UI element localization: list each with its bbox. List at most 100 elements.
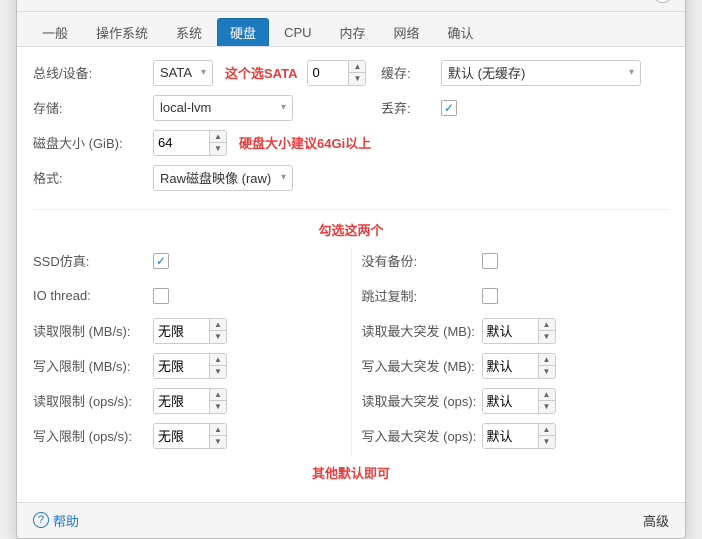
tab-system[interactable]: 系统	[163, 18, 215, 46]
write-max-mb-control: ▲ ▼	[482, 353, 670, 379]
write-ops-row: 写入限制 (ops/s): ▲ ▼	[33, 422, 341, 450]
bus-number-arrows: ▲ ▼	[348, 61, 365, 85]
read-max-ops-up[interactable]: ▲	[539, 389, 555, 401]
skiprepl-checkbox[interactable]	[482, 288, 498, 304]
write-max-ops-input[interactable]	[483, 424, 538, 448]
close-button[interactable]: ×	[653, 0, 673, 3]
write-max-ops-spin[interactable]: ▲ ▼	[482, 423, 556, 449]
tab-harddisk[interactable]: 硬盘	[217, 18, 269, 46]
write-mb-up[interactable]: ▲	[210, 354, 226, 366]
disksize-up[interactable]: ▲	[210, 131, 226, 143]
read-ops-spin[interactable]: ▲ ▼	[153, 388, 227, 414]
read-max-mb-control: ▲ ▼	[482, 318, 670, 344]
read-mb-up[interactable]: ▲	[210, 319, 226, 331]
read-ops-input[interactable]	[154, 389, 209, 413]
write-max-mb-row: 写入最大突发 (MB): ▲ ▼	[362, 352, 670, 380]
cache-arrow: ▾	[629, 67, 634, 78]
dialog-title: 创建: 虚拟机	[29, 0, 108, 3]
right-column: 没有备份: 跳过复制: 读取最大突发 (MB):	[351, 247, 670, 457]
disksize-arrows: ▲ ▼	[209, 131, 226, 155]
write-ops-label: 写入限制 (ops/s):	[33, 426, 153, 445]
read-max-mb-spin[interactable]: ▲ ▼	[482, 318, 556, 344]
ssd-checkbox[interactable]	[153, 253, 169, 269]
read-max-ops-control: ▲ ▼	[482, 388, 670, 414]
top-section: 总线/设备: SATA ▾ 这个选SATA ▲ ▼ 缓存:	[33, 59, 669, 210]
write-ops-spin[interactable]: ▲ ▼	[153, 423, 227, 449]
help-button[interactable]: ? 帮助	[33, 511, 79, 530]
dialog-footer: ? 帮助 高级	[17, 502, 685, 538]
format-arrow: ▾	[281, 172, 286, 183]
format-select[interactable]: Raw磁盘映像 (raw) ▾	[153, 165, 293, 191]
write-max-ops-row: 写入最大突发 (ops): ▲ ▼	[362, 422, 670, 450]
disksize-spin[interactable]: ▲ ▼	[153, 130, 227, 156]
bus-number-input[interactable]	[308, 61, 348, 85]
advanced-label: 高级	[643, 511, 669, 530]
write-max-mb-spin[interactable]: ▲ ▼	[482, 353, 556, 379]
storage-row: 存储: local-lvm ▾ 丢弃:	[33, 94, 669, 122]
format-label: 格式:	[33, 168, 153, 187]
write-max-ops-down[interactable]: ▼	[539, 436, 555, 448]
bus-number-up[interactable]: ▲	[349, 61, 365, 73]
tab-cpu[interactable]: CPU	[271, 20, 324, 44]
skiprepl-row: 跳过复制:	[362, 282, 670, 310]
ssd-row: SSD仿真:	[33, 247, 341, 275]
storage-select[interactable]: local-lvm ▾	[153, 95, 293, 121]
read-max-ops-down[interactable]: ▼	[539, 401, 555, 413]
nobackup-checkbox[interactable]	[482, 253, 498, 269]
nobackup-control	[482, 253, 670, 269]
write-ops-down[interactable]: ▼	[210, 436, 226, 448]
tab-memory[interactable]: 内存	[327, 18, 379, 46]
write-max-mb-up[interactable]: ▲	[539, 354, 555, 366]
read-ops-down[interactable]: ▼	[210, 401, 226, 413]
write-mb-label: 写入限制 (MB/s):	[33, 356, 153, 375]
write-mb-spin[interactable]: ▲ ▼	[153, 353, 227, 379]
tab-general[interactable]: 一般	[29, 18, 81, 46]
read-mb-row: 读取限制 (MB/s): ▲ ▼	[33, 317, 341, 345]
read-max-ops-input[interactable]	[483, 389, 538, 413]
bus-number-spin[interactable]: ▲ ▼	[307, 60, 366, 86]
read-mb-label: 读取限制 (MB/s):	[33, 321, 153, 340]
cache-select[interactable]: 默认 (无缓存) ▾	[441, 60, 641, 86]
read-mb-input[interactable]	[154, 319, 209, 343]
nobackup-label: 没有备份:	[362, 251, 482, 270]
write-mb-input[interactable]	[154, 354, 209, 378]
default-annotation: 其他默认即可	[33, 463, 669, 482]
read-ops-up[interactable]: ▲	[210, 389, 226, 401]
write-ops-input[interactable]	[154, 424, 209, 448]
read-mb-control: ▲ ▼	[153, 318, 341, 344]
read-max-mb-up[interactable]: ▲	[539, 319, 555, 331]
help-label: 帮助	[53, 511, 79, 530]
write-max-ops-label: 写入最大突发 (ops):	[362, 426, 482, 445]
read-max-ops-spin[interactable]: ▲ ▼	[482, 388, 556, 414]
disksize-down[interactable]: ▼	[210, 143, 226, 155]
tab-confirm[interactable]: 确认	[435, 18, 487, 46]
tab-bar: 一般 操作系统 系统 硬盘 CPU 内存 网络 确认	[17, 12, 685, 47]
disksize-label: 磁盘大小 (GiB):	[33, 133, 153, 152]
tab-network[interactable]: 网络	[381, 18, 433, 46]
read-mb-down[interactable]: ▼	[210, 331, 226, 343]
read-max-mb-input[interactable]	[483, 319, 538, 343]
write-max-mb-input[interactable]	[483, 354, 538, 378]
tab-os[interactable]: 操作系统	[83, 18, 161, 46]
help-icon: ?	[33, 512, 49, 528]
disksize-input[interactable]	[154, 131, 209, 155]
bus-number-down[interactable]: ▼	[349, 73, 365, 85]
write-ops-up[interactable]: ▲	[210, 424, 226, 436]
ssd-control	[153, 253, 341, 269]
read-ops-row: 读取限制 (ops/s): ▲ ▼	[33, 387, 341, 415]
bus-type-select[interactable]: SATA ▾	[153, 60, 213, 86]
iothread-checkbox[interactable]	[153, 288, 169, 304]
read-max-mb-down[interactable]: ▼	[539, 331, 555, 343]
iothread-control	[153, 288, 341, 304]
storage-arrow: ▾	[281, 102, 286, 113]
lower-section: SSD仿真: IO thread: 读取限制 (MB/s):	[33, 247, 669, 457]
read-max-mb-row: 读取最大突发 (MB): ▲ ▼	[362, 317, 670, 345]
discard-checkbox[interactable]	[441, 100, 457, 116]
write-mb-down[interactable]: ▼	[210, 366, 226, 378]
read-mb-spin[interactable]: ▲ ▼	[153, 318, 227, 344]
write-max-ops-up[interactable]: ▲	[539, 424, 555, 436]
disksize-annotation: 硬盘大小建议64Gi以上	[239, 133, 371, 152]
write-max-mb-down[interactable]: ▼	[539, 366, 555, 378]
ssd-label: SSD仿真:	[33, 251, 153, 270]
disksize-row: 磁盘大小 (GiB): ▲ ▼ 硬盘大小建议64Gi以上	[33, 129, 669, 157]
